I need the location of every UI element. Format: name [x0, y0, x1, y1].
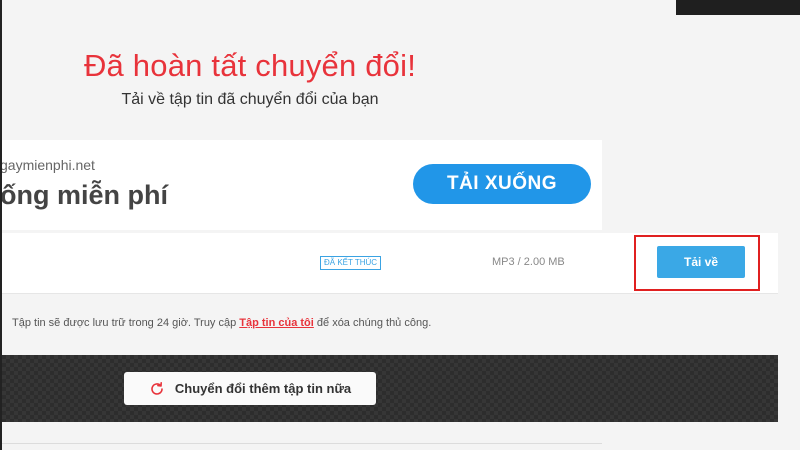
action-panel: Chuyển đổi thêm tập tin nữa: [2, 355, 778, 422]
convert-more-label: Chuyển đổi thêm tập tin nữa: [174, 381, 352, 396]
divider: [2, 443, 602, 444]
status-badge: ĐÃ KẾT THÚC: [320, 256, 382, 270]
my-files-link[interactable]: Tập tin của tôi: [239, 317, 314, 329]
converted-file-row: ĐÃ KẾT THÚC MP3 / 2.00 MB Tải về: [2, 233, 778, 294]
top-dark-bar: [676, 0, 800, 15]
ad-banner[interactable]: gaymienphi.net ống miễn phí TẢI XUỐNG: [2, 140, 602, 230]
refresh-icon: [149, 381, 165, 397]
convert-more-button[interactable]: Chuyển đổi thêm tập tin nữa: [124, 372, 376, 405]
ad-domain: gaymienphi.net: [2, 157, 95, 173]
highlight-box: [634, 235, 760, 291]
ad-download-button[interactable]: TẢI XUỐNG: [413, 164, 591, 204]
page-title: Đã hoàn tất chuyển đổi!: [83, 48, 417, 83]
ad-tagline: ống miễn phí: [2, 180, 168, 210]
notice-text-after: để xóa chúng thủ công.: [313, 317, 432, 329]
notice-text-before: Tập tin sẽ được lưu trữ trong 24 giờ. Tr…: [12, 317, 240, 329]
storage-notice: Tập tin sẽ được lưu trữ trong 24 giờ. Tr…: [12, 317, 431, 329]
file-format-size: MP3 / 2.00 MB: [492, 256, 565, 268]
page-subtitle: Tải về tập tin đã chuyển đổi của bạn: [121, 91, 379, 108]
